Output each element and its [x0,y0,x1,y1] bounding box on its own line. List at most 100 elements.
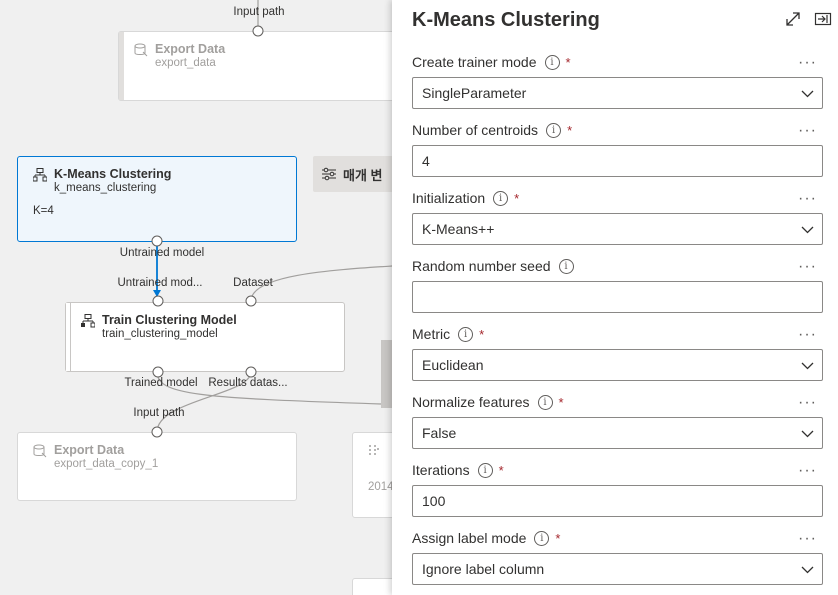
node-title: Export Data [155,42,226,56]
dropdown-value: Euclidean [422,357,484,373]
train-model-icon [81,314,95,328]
more-options-icon[interactable]: ··· [798,327,817,343]
port-results-dataset-out[interactable] [245,366,257,378]
parameter-button[interactable]: 매개 변 [313,156,392,192]
random-number-seed-input[interactable] [412,281,823,313]
field-label-assign-label-mode: Assign label mode i * [412,530,560,546]
chevron-down-icon [801,566,814,574]
canvas-scrollbar[interactable] [381,340,392,408]
more-options-icon[interactable]: ··· [798,191,817,207]
node-export-data-copy[interactable]: Export Data export_data_copy_1 [17,432,297,501]
node-status-bar [66,303,71,371]
info-icon[interactable]: i [534,530,550,546]
node-subtitle: export_data [155,57,216,69]
node-partial-right[interactable]: 2014 [352,432,392,518]
dropdown-value: Ignore label column [422,561,545,577]
node-train-clustering-model[interactable]: Train Clustering Model train_clustering_… [65,302,345,372]
node-param-summary: K=4 [33,205,54,217]
port-label-untrained-model-in: Untrained mod... [117,277,203,289]
properties-panel: K-Means Clustering Create trainer mode i *… [392,0,838,595]
port-input-path[interactable] [151,426,163,438]
port-label-results-dataset: Results datas... [208,377,288,389]
field-label-normalize-features: Normalize features i * [412,394,564,410]
node-subtitle: k_means_clustering [54,182,157,194]
field-label-iterations: Iterations i * [412,462,504,478]
field-label-text: Number of centroids [412,122,539,138]
field-label-create-trainer-mode: Create trainer mode i * [412,54,571,70]
port-label-input-path: Input path [133,407,185,419]
port-label-trained-model: Trained model [124,377,198,389]
required-marker: * [565,54,571,70]
more-options-icon[interactable]: ··· [798,259,817,275]
metric-dropdown[interactable]: Euclidean [412,349,823,381]
pipeline-canvas[interactable]: Export Data export_data Input path K-Mea… [0,0,392,595]
required-marker: * [555,530,561,546]
field-label-initialization: Initialization i * [412,190,519,206]
required-marker: * [567,122,573,138]
more-options-icon[interactable]: ··· [798,395,817,411]
port-untrained-model-out[interactable] [151,235,163,247]
node-export-data-top[interactable]: Export Data export_data [118,31,392,101]
node-subtitle: export_data_copy_1 [54,458,159,470]
port-label-dataset: Dataset [233,277,273,289]
expand-icon[interactable] [784,10,802,28]
chevron-down-icon [801,362,814,370]
node-title: K-Means Clustering [54,167,172,181]
port-trained-model-out[interactable] [152,366,164,378]
panel-title: K-Means Clustering [412,9,600,31]
field-label-text: Initialization [412,190,486,206]
assign-label-mode-dropdown[interactable]: Ignore label column [412,553,823,585]
create-trainer-mode-dropdown[interactable]: SingleParameter [412,77,823,109]
more-options-icon[interactable]: ··· [798,463,817,479]
more-options-icon[interactable]: ··· [798,123,817,139]
info-icon[interactable]: i [546,122,562,138]
sliders-icon [322,167,336,181]
field-label-text: Assign label mode [412,530,527,546]
dropdown-value: SingleParameter [422,85,527,101]
port-label-input-path: Input path [233,6,285,18]
port-untrained-model-in[interactable] [152,295,164,307]
normalize-features-dropdown[interactable]: False [412,417,823,449]
dataset-icon [369,445,379,455]
required-marker: * [558,394,564,410]
chevron-down-icon [801,430,814,438]
dropdown-value: K-Means++ [422,221,495,237]
close-panel-icon[interactable] [814,10,832,28]
iterations-input[interactable] [412,485,823,517]
port-label-untrained-model: Untrained model [119,247,205,259]
info-icon[interactable]: i [477,462,493,478]
more-options-icon[interactable]: ··· [798,531,817,547]
database-export-icon [134,43,148,57]
node-subtitle: 2014 [368,481,392,493]
port-dataset-in[interactable] [245,295,257,307]
field-label-text: Iterations [412,462,470,478]
hierarchy-icon [33,168,47,182]
more-options-icon[interactable]: ··· [798,55,817,71]
node-title: Export Data [54,443,125,457]
field-label-metric: Metric i * [412,326,484,342]
database-export-icon [33,444,47,458]
field-label-random-number-seed: Random number seed i [412,258,574,274]
chevron-down-icon [801,226,814,234]
required-marker: * [498,462,504,478]
field-label-text: Metric [412,326,451,342]
parameter-button-label: 매개 변 [343,167,383,183]
info-icon[interactable]: i [558,258,574,274]
initialization-dropdown[interactable]: K-Means++ [412,213,823,245]
node-title: Train Clustering Model [102,313,237,327]
dropdown-value: False [422,425,457,441]
info-icon[interactable]: i [537,394,553,410]
required-marker: * [479,326,485,342]
info-icon[interactable]: i [544,54,560,70]
node-partial-bottom[interactable] [352,578,392,595]
field-label-text: Create trainer mode [412,54,537,70]
node-subtitle: train_clustering_model [102,328,218,340]
field-label-number-of-centroids: Number of centroids i * [412,122,572,138]
port-input-path[interactable] [252,25,264,37]
chevron-down-icon [801,90,814,98]
node-status-bar [119,32,124,100]
info-icon[interactable]: i [493,190,509,206]
node-k-means-clustering[interactable]: K-Means Clustering k_means_clustering K=… [17,156,297,242]
info-icon[interactable]: i [458,326,474,342]
number-of-centroids-input[interactable] [412,145,823,177]
